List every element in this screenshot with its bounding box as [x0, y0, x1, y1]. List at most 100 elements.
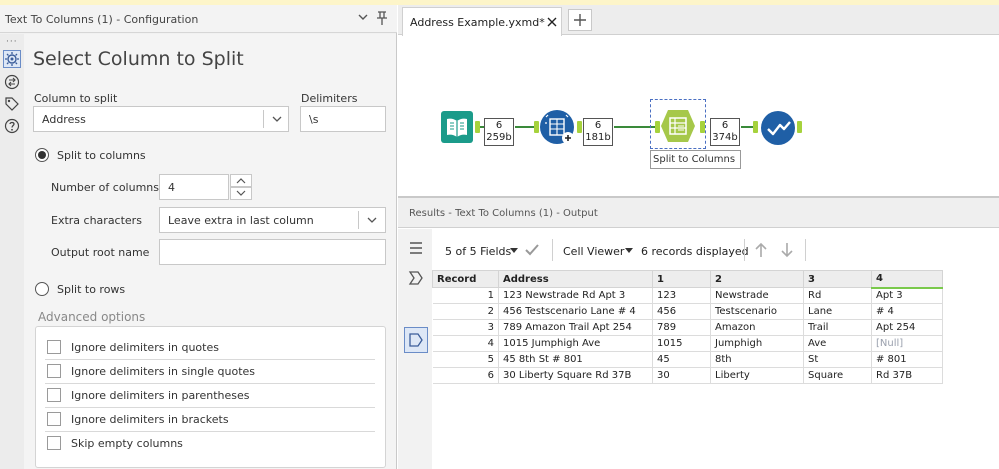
advanced-option-row[interactable]: Ignore delimiters in brackets	[45, 408, 375, 432]
ignore-quotes-checkbox[interactable]	[47, 340, 61, 354]
input-anchor[interactable]	[753, 121, 758, 133]
workflow-canvas[interactable]: 6 259b 6 181b Split to Columns 6 374b	[398, 36, 999, 195]
metadata-view-button[interactable]	[404, 327, 428, 353]
data-cleansing-tool-icon[interactable]	[539, 109, 577, 147]
drag-handle-icon[interactable]: ···	[6, 37, 18, 47]
tag-icon[interactable]	[4, 96, 20, 112]
col4-cell[interactable]: Rd 37B	[871, 367, 943, 384]
table-row[interactable]: 6 30 Liberty Square Rd 37B 30 Liberty Sq…	[432, 367, 943, 384]
col1-cell[interactable]: 30	[652, 367, 711, 384]
extra-characters-dropdown[interactable]: Leave extra in last column	[159, 207, 386, 233]
split-to-columns-radio[interactable]	[35, 148, 49, 162]
browse-tool-icon[interactable]	[760, 110, 796, 146]
skip-empty-columns-checkbox[interactable]	[47, 436, 61, 450]
number-of-columns-input[interactable]: 4	[159, 174, 229, 200]
col2-cell[interactable]: Newstrade	[710, 287, 804, 304]
col4-cell[interactable]: # 801	[871, 351, 943, 368]
connection-arrows-icon[interactable]	[4, 74, 20, 90]
column-header-2[interactable]: 2	[710, 270, 804, 288]
advanced-option-row[interactable]: Ignore delimiters in single quotes	[45, 360, 375, 384]
arrow-down-icon[interactable]	[780, 242, 794, 258]
col1-cell[interactable]: 789	[652, 319, 711, 336]
record-cell[interactable]: 6	[432, 367, 499, 384]
input-data-tool-icon[interactable]	[440, 110, 474, 144]
col1-cell[interactable]: 45	[652, 351, 711, 368]
delimiters-input[interactable]: \s	[300, 106, 386, 132]
add-tab-button[interactable]	[568, 9, 592, 31]
chevron-down-icon[interactable]	[356, 10, 370, 24]
output-anchor[interactable]	[577, 121, 582, 133]
advanced-option-row[interactable]: Ignore delimiters in parentheses	[45, 384, 375, 408]
table-row[interactable]: 1 123 Newstrade Rd Apt 3 123 Newstrade R…	[432, 287, 943, 304]
col2-cell[interactable]: Liberty	[710, 367, 804, 384]
advanced-option-row[interactable]: Skip empty columns	[45, 432, 375, 456]
col4-cell[interactable]: Apt 3	[871, 287, 943, 304]
col3-cell[interactable]: Trail	[803, 319, 872, 336]
col1-cell[interactable]: 1015	[652, 335, 711, 352]
messages-icon[interactable]	[407, 269, 425, 287]
col2-cell[interactable]: Jumphigh	[710, 335, 804, 352]
table-row[interactable]: 5 45 8th St # 801 45 8th St # 801	[432, 351, 943, 368]
ignore-parentheses-checkbox[interactable]	[47, 388, 61, 402]
null-value-cell[interactable]: [Null]	[871, 335, 943, 352]
address-cell[interactable]: 456 Testscenario Lane # 4	[498, 303, 653, 320]
col2-cell[interactable]: Testscenario	[710, 303, 804, 320]
close-icon[interactable]	[547, 17, 557, 27]
col1-cell[interactable]: 456	[652, 303, 711, 320]
fields-selector[interactable]: 5 of 5 Fields	[445, 245, 511, 258]
record-count-badge: 6 374b	[710, 118, 740, 146]
spinner-down-button[interactable]	[230, 187, 252, 200]
column-header-4[interactable]: 4	[871, 270, 943, 289]
document-tab[interactable]: Address Example.yxmd*	[402, 7, 562, 36]
help-icon[interactable]	[4, 118, 20, 134]
record-cell[interactable]: 5	[432, 351, 499, 368]
column-header-1[interactable]: 1	[652, 270, 711, 288]
col3-cell[interactable]: Square	[803, 367, 872, 384]
table-row[interactable]: 4 1015 Jumphigh Ave 1015 Jumphigh Ave [N…	[432, 335, 943, 352]
configuration-header: Text To Columns (1) - Configuration	[0, 5, 397, 33]
output-anchor[interactable]	[700, 121, 705, 133]
checkmark-icon[interactable]	[524, 243, 540, 257]
col3-cell[interactable]: Ave	[803, 335, 872, 352]
spinner-up-button[interactable]	[230, 174, 252, 187]
col2-cell[interactable]: Amazon	[710, 319, 804, 336]
address-cell[interactable]: 789 Amazon Trail Apt 254	[498, 319, 653, 336]
col3-cell[interactable]: Lane	[803, 303, 872, 320]
column-header-address[interactable]: Address	[498, 270, 653, 288]
col3-cell[interactable]: Rd	[803, 287, 872, 304]
table-row[interactable]: 3 789 Amazon Trail Apt 254 789 Amazon Tr…	[432, 319, 943, 336]
column-header-3[interactable]: 3	[803, 270, 872, 288]
advanced-option-row[interactable]: Ignore delimiters in quotes	[45, 336, 375, 360]
split-to-rows-radio[interactable]	[35, 282, 49, 296]
record-cell[interactable]: 2	[432, 303, 499, 320]
record-cell[interactable]: 1	[432, 287, 499, 304]
ignore-single-quotes-checkbox[interactable]	[47, 364, 61, 378]
text-to-columns-tool-icon[interactable]	[660, 109, 696, 143]
dropdown-divider	[263, 110, 264, 128]
arrow-up-icon[interactable]	[754, 242, 768, 258]
address-cell[interactable]: 45 8th St # 801	[498, 351, 653, 368]
ignore-brackets-checkbox[interactable]	[47, 412, 61, 426]
gear-icon[interactable]	[3, 50, 21, 68]
output-anchor[interactable]	[797, 121, 802, 133]
column-header-record[interactable]: Record	[432, 270, 499, 288]
address-cell[interactable]: 30 Liberty Square Rd 37B	[498, 367, 653, 384]
column-to-split-dropdown[interactable]: Address	[33, 106, 289, 132]
col2-cell[interactable]: 8th	[710, 351, 804, 368]
pin-icon[interactable]	[375, 10, 389, 26]
table-view-icon[interactable]	[407, 239, 425, 257]
record-cell[interactable]: 4	[432, 335, 499, 352]
col3-cell[interactable]: St	[803, 351, 872, 368]
record-cell[interactable]: 3	[432, 319, 499, 336]
col4-cell[interactable]: Apt 254	[871, 319, 943, 336]
col1-cell[interactable]: 123	[652, 287, 711, 304]
output-root-name-input[interactable]	[159, 239, 386, 265]
cell-viewer-selector[interactable]: Cell Viewer	[563, 245, 624, 258]
results-grid[interactable]: Record Address 1 2 3 4 1 123 Newstrade R…	[432, 270, 943, 384]
caret-down-icon[interactable]	[510, 248, 518, 254]
col4-cell[interactable]: # 4	[871, 303, 943, 320]
address-cell[interactable]: 1015 Jumphigh Ave	[498, 335, 653, 352]
address-cell[interactable]: 123 Newstrade Rd Apt 3	[498, 287, 653, 304]
table-row[interactable]: 2 456 Testscenario Lane # 4 456 Testscen…	[432, 303, 943, 320]
caret-down-icon[interactable]	[625, 248, 633, 254]
